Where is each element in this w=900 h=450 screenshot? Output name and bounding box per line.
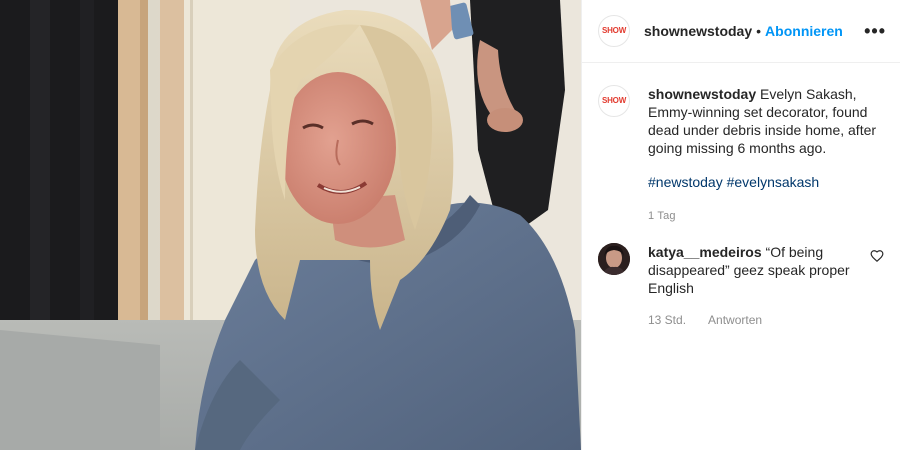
post-header: SHOW shownewstoday • Abonnieren •••	[582, 0, 900, 63]
more-options-icon[interactable]: •••	[864, 22, 886, 40]
instagram-post: SHOW shownewstoday • Abonnieren ••• SHOW…	[0, 0, 900, 450]
caption-author-avatar[interactable]: SHOW	[598, 85, 630, 117]
post-caption: SHOW shownewstoday Evelyn Sakash, Emmy-w…	[582, 63, 900, 225]
follow-button[interactable]: Abonnieren	[765, 23, 843, 39]
hashtag-link[interactable]: #newstoday	[648, 174, 723, 190]
logo-text: SHOW	[601, 96, 627, 105]
separator-dot: •	[756, 23, 762, 39]
comment-meta: 13 Std. Antworten	[648, 311, 870, 329]
commenter-avatar[interactable]	[598, 243, 630, 275]
post-sidebar: SHOW shownewstoday • Abonnieren ••• SHOW…	[581, 0, 900, 450]
post-timestamp[interactable]: 1 Tag	[648, 207, 884, 225]
hashtag-link[interactable]: #evelynsakash	[727, 174, 820, 190]
post-image	[0, 0, 581, 450]
comment-body: katya__medeiros “Of being disappeared” g…	[648, 243, 870, 329]
post-photo[interactable]	[0, 0, 581, 450]
comment-item: katya__medeiros “Of being disappeared” g…	[582, 225, 900, 329]
commenter-avatar-image	[598, 243, 630, 275]
caption-username[interactable]: shownewstoday	[648, 86, 756, 102]
comment-timestamp[interactable]: 13 Std.	[648, 311, 686, 329]
author-avatar[interactable]: SHOW	[598, 15, 630, 47]
reply-button[interactable]: Antworten	[708, 311, 762, 329]
caption-body: shownewstoday Evelyn Sakash, Emmy-winnin…	[648, 85, 884, 225]
logo-text: SHOW	[601, 26, 627, 35]
hashtag-list: #newstoday #evelynsakash	[648, 173, 884, 191]
author-username[interactable]: shownewstoday	[644, 23, 752, 39]
heart-outline-icon[interactable]	[870, 249, 884, 263]
comment-username[interactable]: katya__medeiros	[648, 244, 762, 260]
